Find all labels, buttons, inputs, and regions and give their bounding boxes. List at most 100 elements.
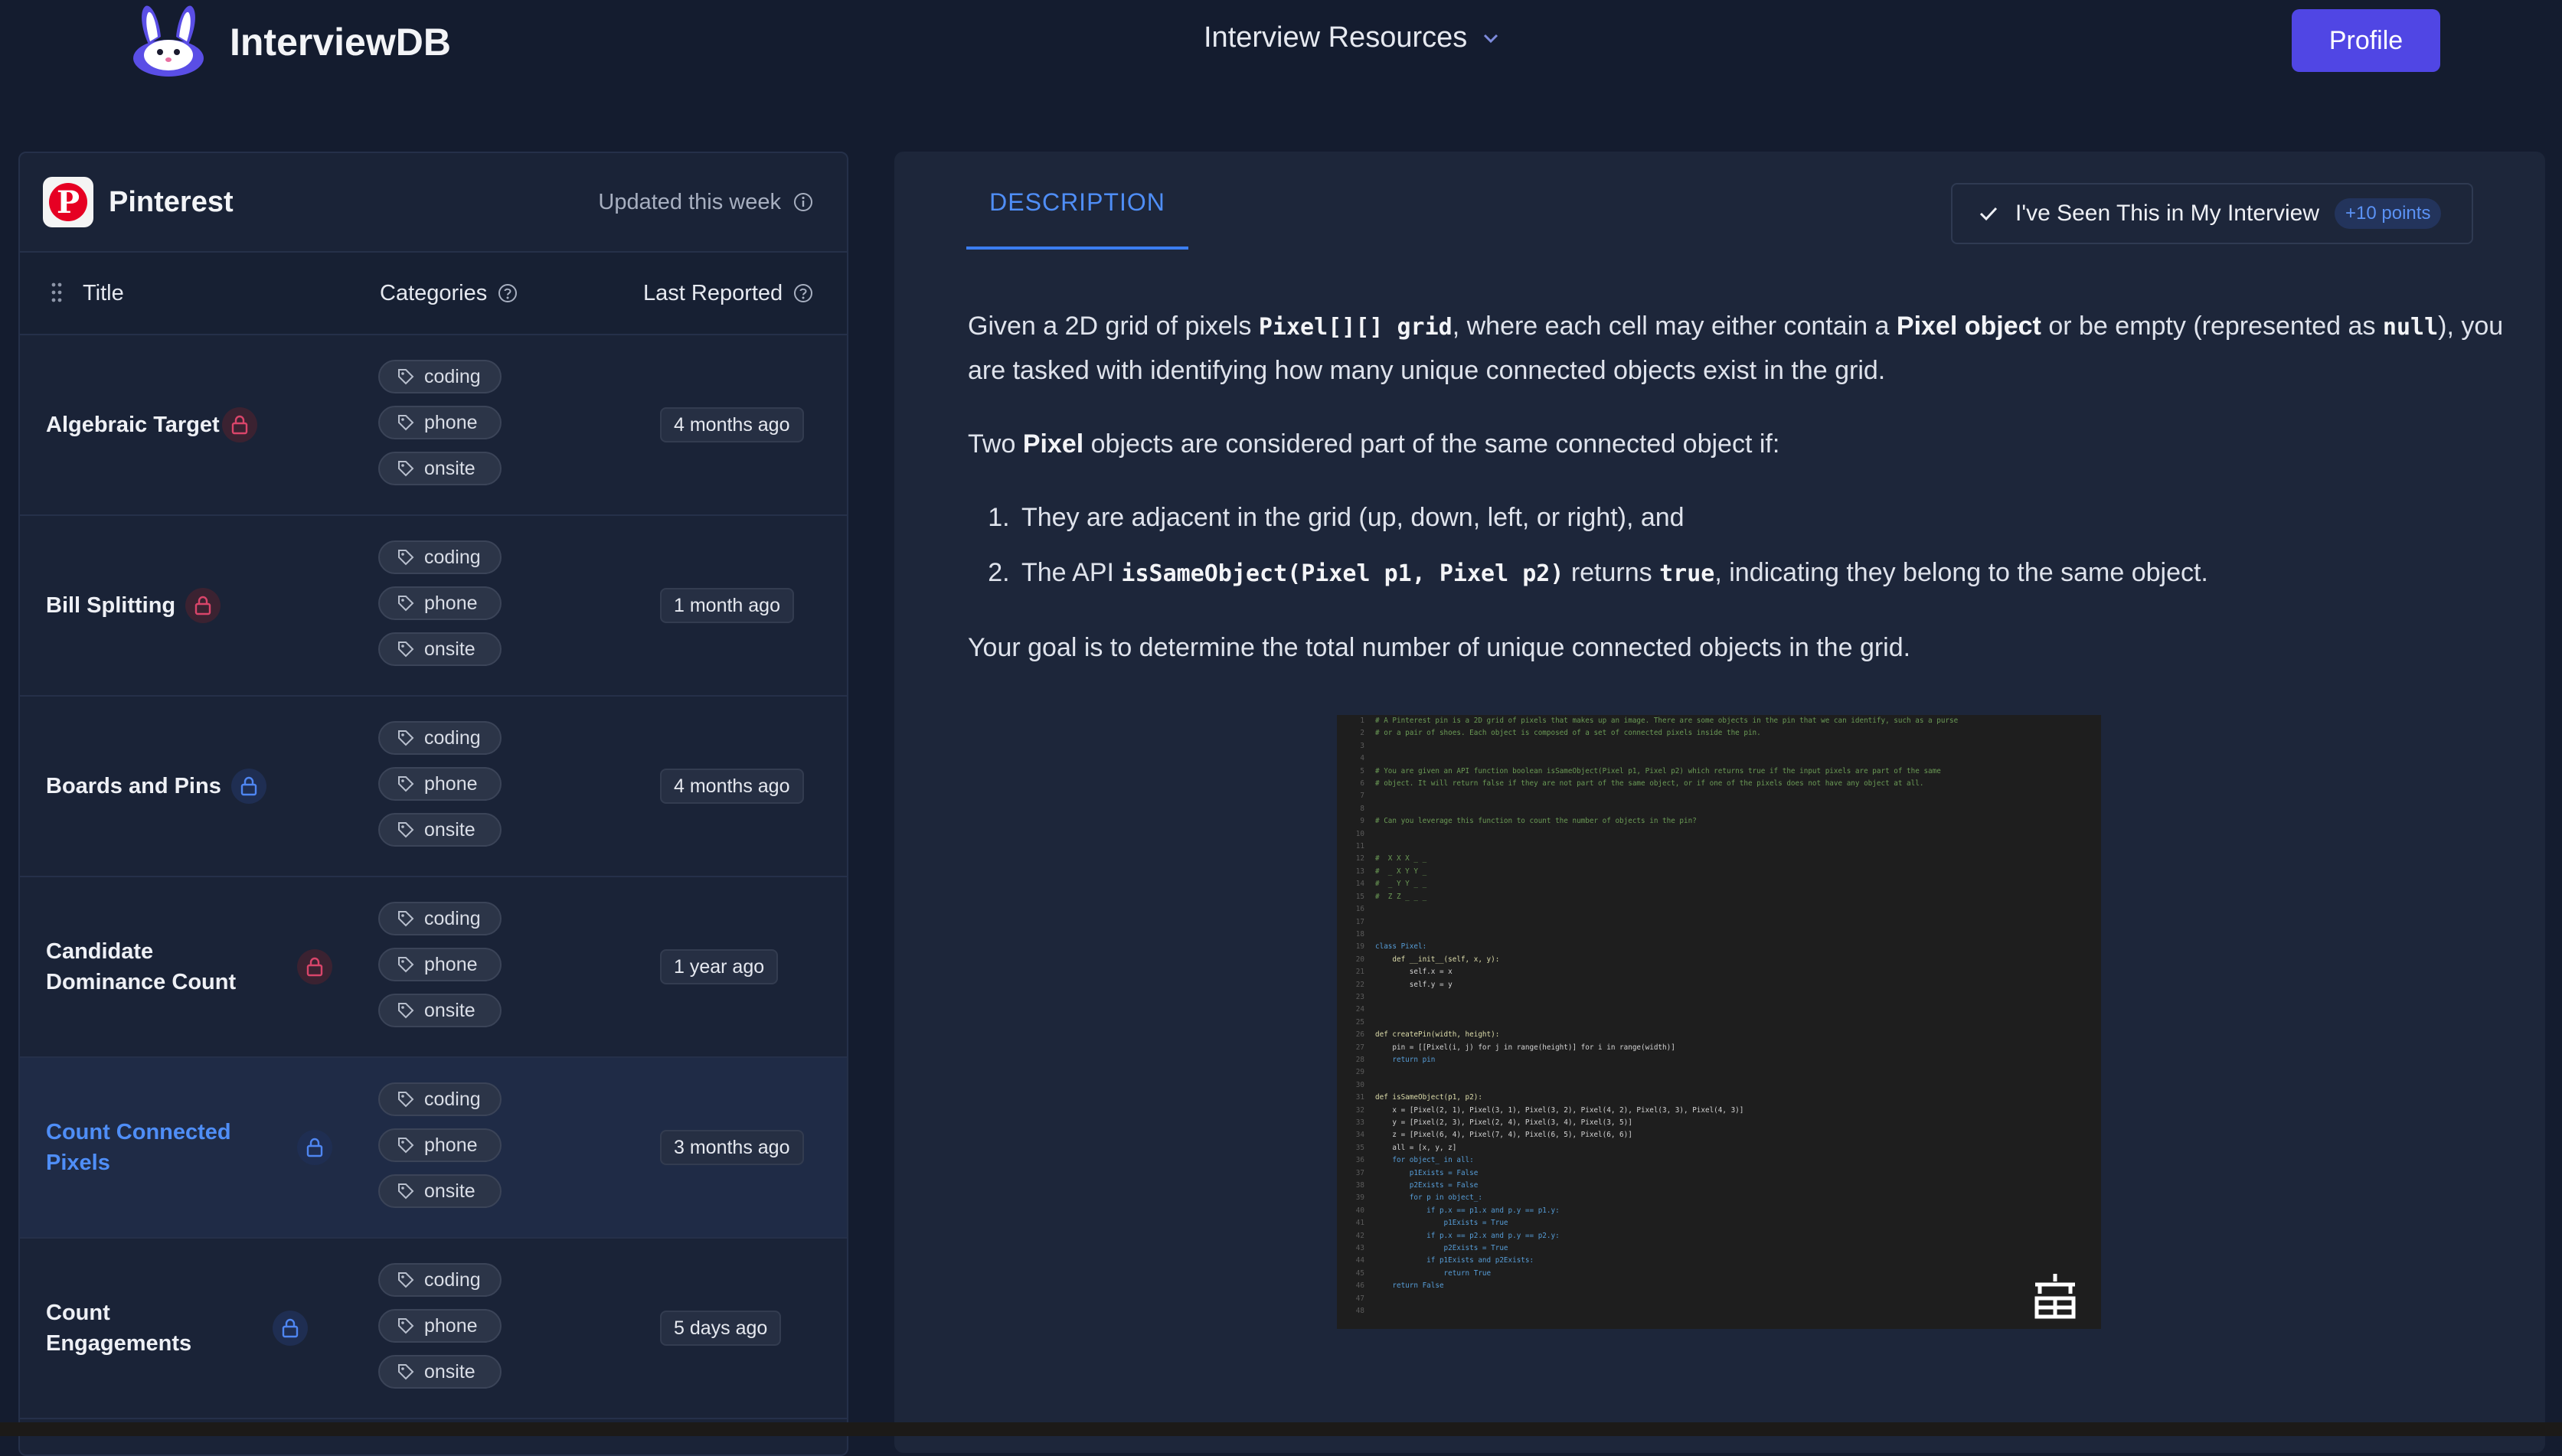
question-row[interactable]: Bill Splitting coding phone onsite 1 month a… [20, 516, 847, 697]
info-icon[interactable] [793, 192, 813, 212]
code-text: return False [1375, 1281, 1444, 1291]
code-text: for p in object_: [1375, 1193, 1482, 1203]
table-header: Title Categories Last Reported [20, 253, 847, 335]
code-line: 28 return pin [1341, 1054, 1958, 1066]
code-text: if p.x == p1.x and p.y == p1.y: [1375, 1206, 1560, 1215]
line-number: 3 [1360, 741, 1364, 750]
updated-status: Updated this week [598, 153, 813, 251]
condition-list: They are adjacent in the grid (up, down,… [968, 496, 2530, 596]
code-line: 25 [1341, 1017, 1958, 1029]
tag-icon [398, 596, 414, 612]
category-tag[interactable]: coding [378, 902, 502, 935]
interview-resources-menu[interactable]: Interview Resources [1204, 21, 1499, 54]
question-title[interactable]: Boards and Pins [46, 697, 245, 876]
question-list-panel: P Pinterest Updated this week Title Cate… [18, 152, 848, 1456]
code-text: # Z Z _ _ _ [1375, 892, 1427, 901]
code-line: 15 # Z Z _ _ _ [1341, 891, 1958, 903]
category-tag-label: coding [424, 907, 481, 929]
line-number: 46 [1355, 1281, 1364, 1291]
question-row[interactable]: Count Engagements coding phone onsite 5 days… [20, 1239, 847, 1419]
question-row[interactable]: Boards and Pins coding phone onsite 4 months… [20, 697, 847, 877]
category-tag-label: coding [424, 726, 481, 749]
category-tag[interactable]: phone [378, 1128, 502, 1162]
description-paragraph: Your goal is to determine the total numb… [968, 633, 1911, 662]
line-number: 41 [1355, 1219, 1364, 1228]
bottom-edge-strip [0, 1422, 2562, 1436]
category-tag[interactable]: onsite [378, 1355, 502, 1389]
lock-icon [231, 415, 248, 435]
category-tag[interactable]: onsite [378, 452, 502, 485]
code-line: 21 self.x = x [1341, 966, 1958, 978]
tag-icon [398, 641, 414, 658]
category-tag[interactable]: coding [378, 360, 502, 393]
tag-icon [398, 911, 414, 927]
question-row[interactable]: Candidate Dominance Count coding phone onsi… [20, 877, 847, 1058]
question-title[interactable]: Count Engagements [46, 1239, 245, 1418]
code-line: 1 # A Pinterest pin is a 2D grid of pixel… [1341, 715, 1958, 727]
code-line: 45 return True [1341, 1268, 1958, 1280]
line-number: 38 [1355, 1181, 1364, 1190]
category-tag[interactable]: phone [378, 948, 502, 981]
category-tag[interactable]: onsite [378, 1174, 502, 1208]
code-line: 33 y = [Pixel(2, 3), Pixel(2, 4), Pixel(… [1341, 1117, 1958, 1129]
tag-icon [398, 957, 414, 973]
help-icon[interactable] [793, 283, 813, 303]
question-row[interactable]: Algebraic Target coding phone onsite 4 month… [20, 335, 847, 516]
line-number: 40 [1355, 1206, 1364, 1215]
lock-badge [185, 588, 221, 623]
category-tag[interactable]: phone [378, 586, 502, 620]
category-tag[interactable]: coding [378, 1082, 502, 1116]
app-logo[interactable]: InterviewDB [126, 5, 451, 77]
last-reported-badge: 5 days ago [660, 1311, 782, 1346]
problem-description: Given a 2D grid of pixels Pixel[][] grid… [968, 305, 2530, 700]
code-line: 29 [1341, 1066, 1958, 1079]
code-text: p1Exists = False [1375, 1168, 1479, 1177]
line-number: 21 [1355, 968, 1364, 977]
column-categories[interactable]: Categories [380, 281, 518, 306]
code-line: 4 [1341, 752, 1958, 765]
column-last-reported[interactable]: Last Reported [643, 281, 813, 306]
column-title[interactable]: Title [83, 281, 124, 306]
last-reported-badge: 4 months ago [660, 769, 804, 804]
drag-handle-icon[interactable] [51, 282, 63, 303]
line-number: 6 [1360, 779, 1364, 788]
category-tag[interactable]: phone [378, 767, 502, 801]
category-tags: coding phone onsite [378, 540, 502, 678]
category-tag[interactable]: coding [378, 1263, 502, 1297]
category-tag[interactable]: phone [378, 1309, 502, 1343]
line-number: 26 [1355, 1030, 1364, 1040]
category-tag[interactable]: phone [378, 406, 502, 439]
question-title[interactable]: Algebraic Target [46, 335, 245, 514]
check-icon [1979, 207, 1998, 221]
category-tag[interactable]: coding [378, 540, 502, 574]
profile-button[interactable]: Profile [2292, 9, 2440, 72]
tab-description[interactable]: DESCRIPTION [966, 152, 1188, 250]
help-icon[interactable] [498, 283, 518, 303]
category-tag[interactable]: onsite [378, 813, 502, 847]
category-tag-label: phone [424, 953, 478, 975]
code-text: # X X X _ _ [1375, 854, 1427, 863]
code-line: 36 for object_ in all: [1341, 1154, 1958, 1167]
lock-icon [240, 776, 257, 796]
code-line: 18 [1341, 929, 1958, 941]
line-number: 10 [1355, 829, 1364, 838]
category-tag[interactable]: onsite [378, 632, 502, 666]
category-tag[interactable]: onsite [378, 994, 502, 1027]
category-tag[interactable]: coding [378, 721, 502, 755]
category-tag-label: onsite [424, 818, 475, 841]
line-number: 44 [1355, 1256, 1364, 1265]
app-name: InterviewDB [230, 21, 451, 64]
code-text: class Pixel: [1375, 942, 1427, 952]
code-text: # or a pair of shoes. Each object is com… [1375, 729, 1761, 738]
question-title[interactable]: Count Connected Pixels [46, 1058, 245, 1237]
seen-in-interview-button[interactable]: I've Seen This in My Interview +10 point… [1951, 183, 2473, 244]
category-tags: coding phone onsite [378, 360, 502, 498]
line-number: 11 [1355, 842, 1364, 851]
line-number: 29 [1355, 1068, 1364, 1077]
question-title[interactable]: Candidate Dominance Count [46, 877, 245, 1056]
question-row[interactable]: Count Connected Pixels coding phone onsite 3… [20, 1058, 847, 1239]
seen-in-interview-label: I've Seen This in My Interview [2015, 201, 2320, 226]
code-text: # A Pinterest pin is a 2D grid of pixels… [1375, 717, 1959, 725]
code-line: 48 [1341, 1305, 1958, 1317]
code-line: 39 for p in object_: [1341, 1192, 1958, 1204]
